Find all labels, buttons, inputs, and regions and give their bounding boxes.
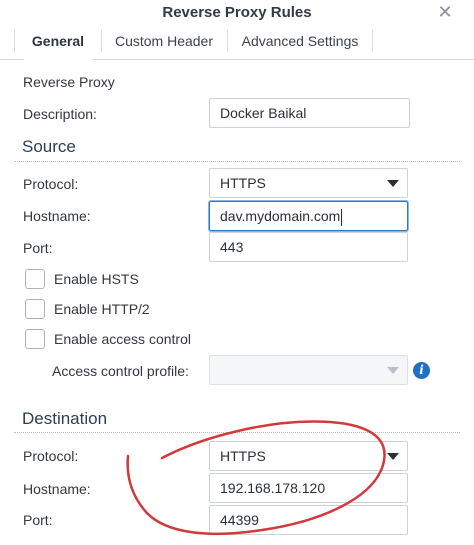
http2-checkbox[interactable]: [25, 299, 45, 319]
tab-divider: [14, 30, 15, 52]
tab-divider: [372, 30, 373, 52]
close-icon[interactable]: ✕: [434, 1, 456, 23]
source-hostname-input[interactable]: dav.mydomain.com: [209, 201, 408, 231]
tab-custom-header[interactable]: Custom Header: [110, 26, 218, 60]
access-control-checkbox[interactable]: [25, 329, 45, 349]
destination-port-input[interactable]: 44399: [209, 505, 408, 535]
info-icon[interactable]: i: [413, 362, 430, 379]
source-hostname-value: dav.mydomain.com: [220, 208, 341, 224]
section-divider: [14, 432, 460, 433]
tab-advanced-settings[interactable]: Advanced Settings: [236, 26, 364, 60]
destination-protocol-label: Protocol:: [23, 448, 79, 464]
hsts-checkbox[interactable]: [25, 269, 45, 289]
source-protocol-value: HTTPS: [220, 175, 266, 191]
tab-general[interactable]: General: [24, 26, 92, 61]
access-control-label: Enable access control: [54, 331, 191, 347]
title-bar: Reverse Proxy Rules ✕: [0, 0, 474, 26]
reverse-proxy-heading: Reverse Proxy: [23, 74, 115, 90]
chevron-down-icon: [387, 453, 399, 460]
source-hostname-label: Hostname:: [23, 208, 91, 224]
access-profile-label: Access control profile:: [52, 363, 189, 379]
source-port-input[interactable]: 443: [209, 232, 408, 262]
description-label: Description:: [23, 106, 97, 122]
hsts-label: Enable HSTS: [54, 271, 139, 287]
source-protocol-select[interactable]: HTTPS: [209, 168, 408, 198]
tab-divider: [101, 30, 102, 52]
text-cursor: [341, 208, 343, 226]
source-port-label: Port:: [23, 240, 53, 256]
destination-hostname-input[interactable]: 192.168.178.120: [209, 473, 408, 503]
source-section-title: Source: [22, 137, 76, 156]
access-profile-select[interactable]: [209, 355, 408, 385]
tab-bar: General Custom Header Advanced Settings: [0, 26, 474, 61]
http2-label: Enable HTTP/2: [54, 301, 150, 317]
destination-hostname-label: Hostname:: [23, 481, 91, 497]
source-protocol-label: Protocol:: [23, 176, 79, 192]
chevron-down-icon: [387, 367, 399, 374]
section-divider: [14, 161, 460, 162]
destination-protocol-select[interactable]: HTTPS: [209, 441, 408, 471]
chevron-down-icon: [387, 180, 399, 187]
tab-divider: [227, 30, 228, 52]
destination-section-title: Destination: [22, 409, 108, 428]
dialog-title: Reverse Proxy Rules: [162, 4, 312, 21]
description-input[interactable]: Docker Baikal: [209, 98, 410, 128]
destination-port-label: Port:: [23, 512, 53, 528]
destination-protocol-value: HTTPS: [220, 448, 266, 464]
